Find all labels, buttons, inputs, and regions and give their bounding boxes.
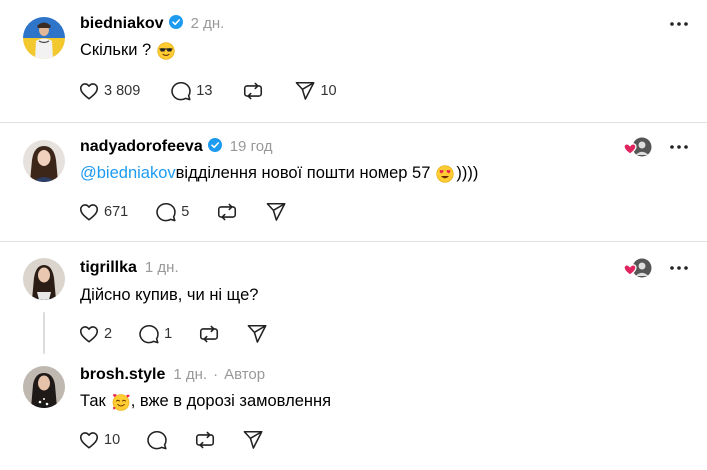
like-button[interactable]: 10 bbox=[78, 429, 120, 451]
comment-icon bbox=[171, 81, 192, 101]
repost-button[interactable] bbox=[242, 80, 264, 102]
avatar[interactable] bbox=[23, 17, 65, 59]
post-text: @biedniakov відділення нової пошти номер… bbox=[80, 164, 479, 183]
separator-dot: · bbox=[213, 366, 219, 383]
share-icon bbox=[243, 430, 263, 449]
comment-icon bbox=[139, 324, 159, 344]
heart-icon bbox=[79, 326, 99, 343]
comment-count: 5 bbox=[181, 204, 190, 220]
repost-icon bbox=[200, 325, 219, 343]
heart-icon bbox=[79, 204, 99, 221]
verified-icon bbox=[168, 15, 183, 29]
like-count: 671 bbox=[104, 204, 129, 220]
mention-link[interactable]: @biedniakov bbox=[80, 164, 176, 183]
post-text: Дійсно купив, чи ні ще? bbox=[80, 286, 259, 304]
timestamp[interactable]: 2 дн. bbox=[191, 15, 225, 32]
share-button[interactable]: 10 bbox=[294, 80, 337, 102]
post-text: Так , вже в дорозі замовлення bbox=[80, 392, 332, 411]
avatar[interactable] bbox=[23, 140, 65, 182]
repost-button[interactable] bbox=[216, 201, 238, 223]
heart-icon bbox=[623, 143, 637, 155]
repost-icon bbox=[196, 431, 215, 449]
comment-button[interactable] bbox=[146, 429, 168, 451]
avatar[interactable] bbox=[23, 366, 65, 408]
share-button[interactable] bbox=[242, 429, 264, 451]
heart-icon bbox=[623, 264, 637, 276]
avatar[interactable] bbox=[23, 258, 65, 300]
username[interactable]: brosh.style bbox=[80, 366, 165, 384]
heart-icon bbox=[79, 83, 99, 100]
username[interactable]: nadyadorofeeva bbox=[80, 138, 203, 156]
share-button[interactable] bbox=[246, 323, 268, 345]
divider bbox=[0, 122, 707, 123]
divider bbox=[0, 241, 707, 242]
username[interactable]: tigrillka bbox=[80, 259, 137, 277]
more-icon[interactable] bbox=[669, 137, 689, 157]
sunglasses-emoji-icon bbox=[157, 41, 175, 60]
verified-icon bbox=[207, 138, 222, 152]
like-count: 3 809 bbox=[104, 83, 141, 99]
like-count: 10 bbox=[104, 432, 121, 448]
timestamp[interactable]: 1 дн. bbox=[145, 259, 179, 276]
heart-icon bbox=[79, 432, 99, 449]
heart-eyes-emoji-icon bbox=[436, 164, 454, 183]
comment-button[interactable]: 13 bbox=[170, 80, 212, 102]
comment-count: 1 bbox=[164, 326, 173, 342]
liked-by-author-badge bbox=[623, 258, 652, 278]
like-button[interactable]: 671 bbox=[78, 201, 128, 223]
username[interactable]: biedniakov bbox=[80, 15, 164, 33]
more-icon[interactable] bbox=[669, 14, 689, 34]
repost-button[interactable] bbox=[194, 429, 216, 451]
comment-button[interactable]: 1 bbox=[138, 323, 172, 345]
comment-icon bbox=[147, 430, 167, 450]
like-button[interactable]: 3 809 bbox=[78, 80, 140, 102]
like-count: 2 bbox=[104, 326, 113, 342]
share-icon bbox=[247, 324, 267, 343]
smiling-hearts-emoji-icon bbox=[112, 393, 130, 411]
share-button[interactable] bbox=[265, 201, 287, 223]
share-count: 10 bbox=[320, 83, 337, 99]
thread-line bbox=[43, 312, 45, 354]
author-label: Автор bbox=[224, 366, 266, 383]
like-button[interactable]: 2 bbox=[78, 323, 112, 345]
share-icon bbox=[266, 202, 286, 221]
liked-by-author-badge bbox=[623, 137, 652, 157]
comment-button[interactable]: 5 bbox=[155, 201, 189, 223]
comment-icon bbox=[156, 202, 176, 222]
repost-icon bbox=[244, 82, 263, 100]
comment-count: 13 bbox=[196, 83, 213, 99]
timestamp[interactable]: 19 год bbox=[230, 138, 273, 155]
post-text: Скільки ? bbox=[80, 41, 175, 60]
more-icon[interactable] bbox=[669, 258, 689, 278]
share-icon bbox=[296, 81, 315, 100]
timestamp[interactable]: 1 дн. bbox=[173, 366, 207, 383]
repost-button[interactable] bbox=[198, 323, 220, 345]
repost-icon bbox=[218, 203, 237, 221]
